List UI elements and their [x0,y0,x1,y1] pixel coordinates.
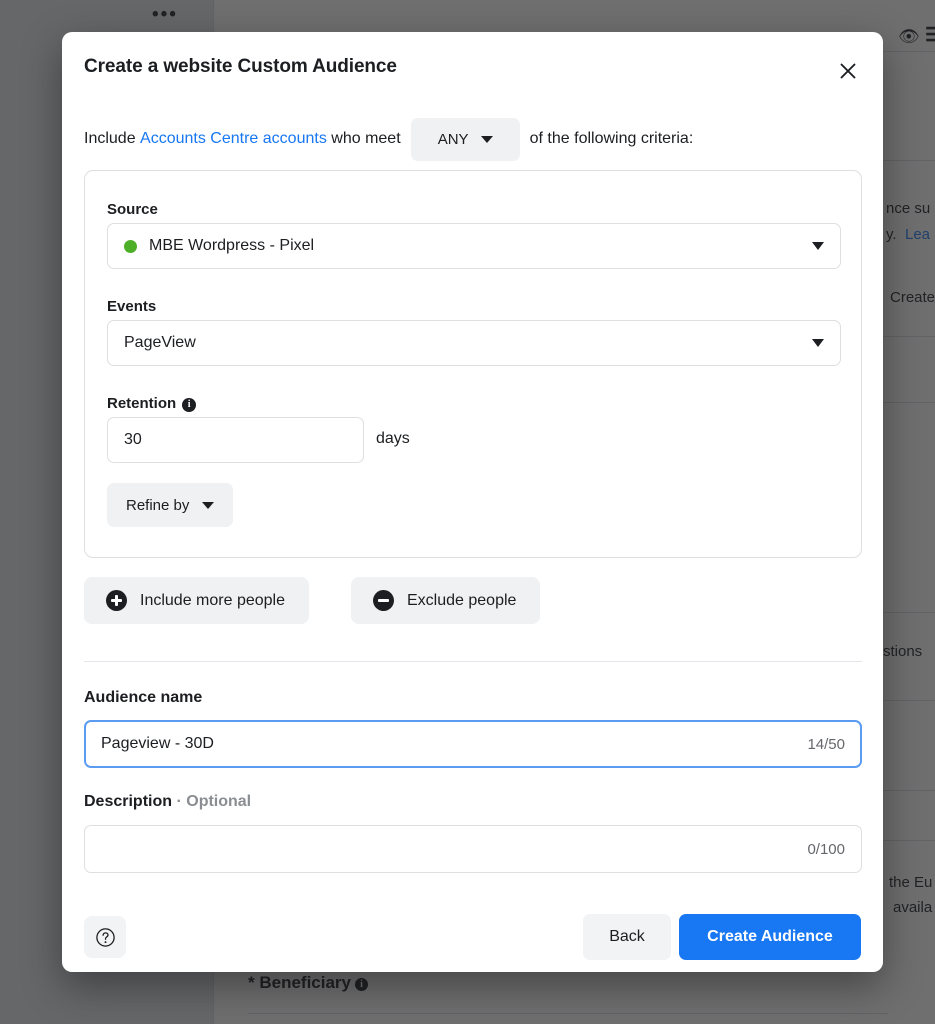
chevron-down-icon [812,339,824,347]
refine-by-label: Refine by [126,496,190,514]
audience-name-field[interactable]: 14/50 [84,720,862,768]
match-operator-value: ANY [437,130,469,148]
back-button[interactable]: Back [583,914,671,960]
description-label: Description · Optional [84,793,251,811]
chevron-down-icon [480,135,493,143]
retention-unit-label: days [376,430,410,447]
audience-name-counter: 14/50 [807,735,845,753]
events-value: PageView [124,334,196,351]
audience-name-input[interactable] [101,735,798,753]
description-label-text: Description [84,793,173,810]
events-label: Events [107,298,157,315]
retention-input[interactable] [107,417,364,463]
description-field[interactable]: 0/100 [84,825,862,873]
retention-label-text: Retention [107,395,177,412]
section-divider [84,661,862,662]
help-icon[interactable] [84,916,126,958]
refine-by-dropdown[interactable]: Refine by [107,483,234,527]
source-value: MBE Wordpress - Pixel [149,237,315,254]
exclude-people-label: Exclude people [407,591,517,609]
minus-icon [373,590,394,611]
audience-name-label: Audience name [84,689,203,706]
dialog-title: Create a website Custom Audience [84,56,397,77]
criteria-prefix: Include [84,130,136,147]
plus-icon [106,590,127,611]
chevron-down-icon [812,242,824,250]
include-more-people-label: Include more people [140,591,285,609]
description-input[interactable] [101,840,798,858]
close-icon[interactable] [830,53,866,89]
match-operator-dropdown[interactable]: ANY [410,117,520,161]
source-label: Source [107,201,158,218]
exclude-people-button[interactable]: Exclude people [351,577,541,624]
chevron-down-icon [202,501,215,509]
accounts-centre-link[interactable]: Accounts Centre accounts [140,130,327,148]
description-optional-text: · Optional [176,793,252,810]
create-custom-audience-dialog: Create a website Custom Audience Include… [62,32,883,972]
description-counter: 0/100 [807,840,845,858]
criteria-line: Include Accounts Centre accounts who mee… [84,115,864,163]
criteria-middle: who meet [331,130,401,147]
create-audience-button[interactable]: Create Audience [679,914,861,960]
criteria-suffix: of the following criteria: [529,130,694,147]
source-dropdown[interactable]: MBE Wordpress - Pixel [107,223,841,269]
include-more-people-button[interactable]: Include more people [84,577,309,624]
retention-label: Retention i [107,395,197,412]
source-status-dot-icon [124,239,137,253]
rule-card: Source MBE Wordpress - Pixel Events Page… [84,170,862,558]
info-icon[interactable]: i [182,397,197,412]
events-dropdown[interactable]: PageView [107,320,841,366]
